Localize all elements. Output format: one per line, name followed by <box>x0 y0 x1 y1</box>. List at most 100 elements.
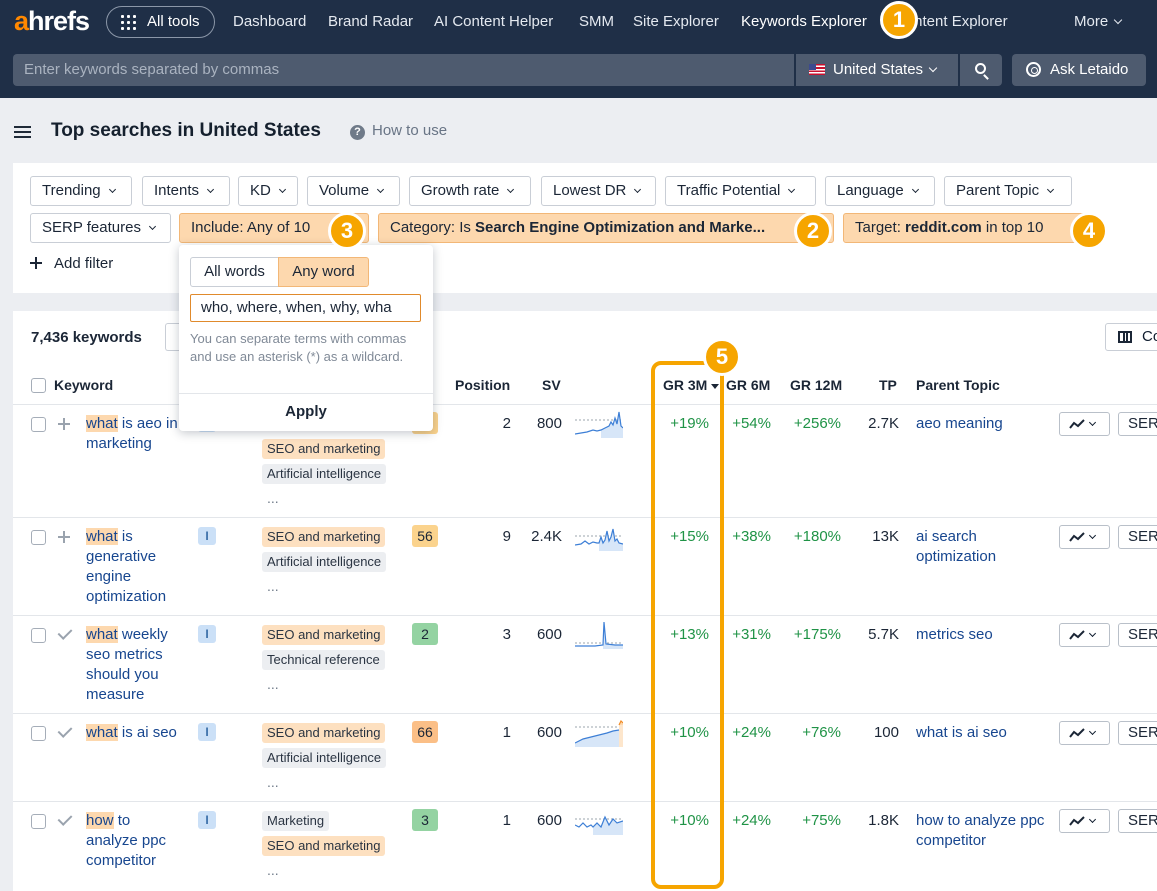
chevron-down-icon <box>148 222 156 231</box>
columns-button[interactable]: Co <box>1105 323 1157 351</box>
nav-keywords-explorer[interactable]: Keywords Explorer <box>741 13 867 30</box>
all-words-toggle[interactable]: All words <box>190 257 279 287</box>
filter-serp-features[interactable]: SERP features <box>30 213 171 243</box>
keyword-search-input[interactable]: Enter keywords separated by commas <box>13 54 794 86</box>
parent-topic-link[interactable]: aeo meaning <box>916 414 1046 434</box>
header-gr-12m[interactable]: GR 12M <box>790 377 842 393</box>
chevron-down-icon <box>911 185 919 194</box>
ahrefs-logo[interactable]: ahrefs <box>14 6 90 37</box>
select-all-checkbox[interactable] <box>31 378 46 393</box>
trend-sparkline <box>575 621 623 649</box>
trend-sparkline <box>575 815 623 835</box>
row-checkbox[interactable] <box>31 628 46 643</box>
menu-icon[interactable] <box>14 126 31 139</box>
serp-button[interactable]: SER <box>1118 412 1157 436</box>
header-keyword[interactable]: Keyword <box>54 377 113 393</box>
growth-12m-value: +76% <box>802 724 841 741</box>
chevron-down-icon <box>1113 15 1123 25</box>
serp-button[interactable]: SER <box>1118 525 1157 549</box>
trend-sparkline <box>575 719 623 747</box>
all-tools-button[interactable]: All tools <box>106 6 215 38</box>
nav-smm[interactable]: SMM <box>579 13 614 30</box>
parent-topic-link[interactable]: metrics seo <box>916 625 1046 645</box>
filter-parent-topic[interactable]: Parent Topic <box>944 176 1072 206</box>
parent-topic-link[interactable]: ai search optimization <box>916 527 1046 567</box>
apply-button[interactable]: Apply <box>179 403 433 420</box>
callout-badge-1: 1 <box>880 1 918 39</box>
gr-3m-column-highlight <box>651 361 724 889</box>
category-tag: Technical reference <box>262 650 385 670</box>
filter-trending[interactable]: Trending <box>30 176 132 206</box>
country-select[interactable]: United States <box>796 54 958 86</box>
trend-chart-button[interactable] <box>1059 623 1110 647</box>
nav-site-explorer[interactable]: Site Explorer <box>633 13 719 30</box>
header-gr-6m[interactable]: GR 6M <box>726 377 770 393</box>
include-terms-input[interactable]: who, where, when, why, wha <box>190 294 421 322</box>
search-volume-value: 600 <box>536 812 562 829</box>
chevron-down-icon <box>1088 629 1097 638</box>
trend-chart-button[interactable] <box>1059 412 1110 436</box>
filter-traffic-potential[interactable]: Traffic Potential <box>665 176 816 206</box>
serp-button[interactable]: SER <box>1118 809 1157 833</box>
kd-badge: 56 <box>412 525 438 547</box>
filter-intents[interactable]: Intents <box>142 176 230 206</box>
parent-topic-link[interactable]: what is ai seo <box>916 723 1046 743</box>
include-help-text: You can separate terms with commas and u… <box>190 331 407 364</box>
more-tags[interactable]: ... <box>267 578 279 594</box>
keyword-link[interactable]: how to analyze ppc competitor <box>86 811 178 871</box>
header-position[interactable]: Position <box>455 377 510 393</box>
header-tp[interactable]: TP <box>879 377 897 393</box>
add-to-list-icon[interactable] <box>58 418 70 430</box>
nav-brand-radar[interactable]: Brand Radar <box>328 13 413 30</box>
search-button[interactable] <box>960 54 1002 86</box>
trend-chart-button[interactable] <box>1059 525 1110 549</box>
trend-icon <box>1069 816 1085 826</box>
filter-volume[interactable]: Volume <box>307 176 400 206</box>
add-to-list-icon[interactable] <box>58 531 70 543</box>
ask-letaido-button[interactable]: Ask Letaido <box>1012 54 1146 86</box>
trend-chart-button[interactable] <box>1059 721 1110 745</box>
popup-divider <box>179 393 433 394</box>
more-tags[interactable]: ... <box>267 862 279 878</box>
keyword-link[interactable]: what weekly seo metrics should you measu… <box>86 625 178 705</box>
header-sv[interactable]: SV <box>542 377 561 393</box>
add-filter-button[interactable]: Add filter <box>30 255 113 272</box>
how-to-use-link[interactable]: ? How to use <box>350 122 447 140</box>
category-tag: Artificial intelligence <box>262 748 387 768</box>
filter-category[interactable]: Category: Is Search Engine Optimization … <box>378 213 834 243</box>
intent-badge: I <box>198 527 216 545</box>
row-checkbox[interactable] <box>31 530 46 545</box>
row-checkbox[interactable] <box>31 417 46 432</box>
nav-more-menu[interactable]: More <box>1074 13 1123 30</box>
parent-topic-link[interactable]: how to analyze ppc competitor <box>916 811 1046 851</box>
more-tags[interactable]: ... <box>267 774 279 790</box>
keyword-link[interactable]: what is generative engine optimization <box>86 527 178 607</box>
row-checkbox[interactable] <box>31 814 46 829</box>
position-value: 2 <box>502 415 511 432</box>
more-tags[interactable]: ... <box>267 490 279 506</box>
serp-button[interactable]: SER <box>1118 623 1157 647</box>
growth-12m-value: +180% <box>793 528 841 545</box>
row-checkbox[interactable] <box>31 726 46 741</box>
nav-ai-content-helper[interactable]: AI Content Helper <box>434 13 553 30</box>
header-parent-topic[interactable]: Parent Topic <box>916 377 1000 393</box>
filter-kd[interactable]: KD <box>238 176 298 206</box>
filter-lowest-dr[interactable]: Lowest DR <box>541 176 656 206</box>
filter-target[interactable]: Target: reddit.com in top 10 <box>843 213 1091 243</box>
more-tags[interactable]: ... <box>267 676 279 692</box>
serp-button[interactable]: SER <box>1118 721 1157 745</box>
chevron-down-icon <box>206 185 215 194</box>
traffic-potential-value: 1.8K <box>868 812 899 829</box>
keyword-link[interactable]: what is ai seo <box>86 723 178 743</box>
filter-language[interactable]: Language <box>825 176 935 206</box>
filter-growth-rate[interactable]: Growth rate <box>409 176 531 206</box>
chevron-down-icon <box>1088 418 1097 427</box>
search-volume-value: 600 <box>536 724 562 741</box>
us-flag-icon <box>809 64 825 75</box>
columns-icon <box>1118 331 1132 343</box>
keyword-link[interactable]: what is aeo in marketing <box>86 414 178 454</box>
nav-dashboard[interactable]: Dashboard <box>233 13 306 30</box>
any-word-toggle[interactable]: Any word <box>278 257 369 287</box>
trend-chart-button[interactable] <box>1059 809 1110 833</box>
category-tag: SEO and marketing <box>262 836 386 856</box>
